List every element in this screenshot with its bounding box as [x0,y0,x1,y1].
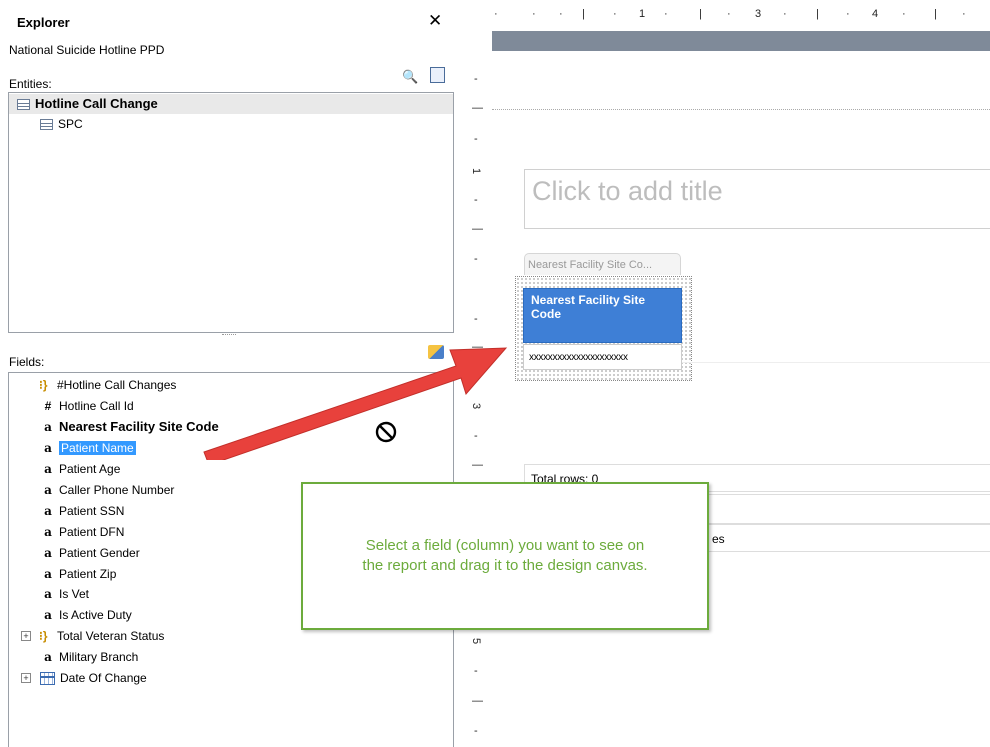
text-type-icon: a [44,483,52,497]
field-item[interactable]: a Military Branch [9,647,138,667]
table-icon [40,119,53,131]
entity-spc[interactable]: SPC [9,114,83,134]
field-label: Patient Gender [59,546,140,560]
callout-line-2: the report and drag it to the design can… [362,557,648,574]
text-type-icon: a [44,608,52,622]
field-label: Is Active Duty [59,608,132,622]
close-icon[interactable]: ✕ [428,11,442,31]
field-item-selected[interactable]: a Patient Name [9,438,136,458]
page-header-band [492,31,990,51]
field-label: Total Veteran Status [57,629,165,643]
section-divider [492,109,990,110]
field-item[interactable]: a Is Vet [9,584,89,604]
text-type-icon: a [44,546,52,560]
field-label: Hotline Call Id [59,399,134,413]
no-drop-slash [379,425,393,439]
aggregate-icon: ⁝} [39,378,48,392]
text-type-icon: a [44,504,52,518]
field-label: Caller Phone Number [59,483,175,497]
calendar-icon [40,672,55,686]
properties-icon[interactable] [430,67,445,83]
number-type-icon: # [44,399,52,413]
field-label: Date Of Change [60,671,147,685]
aggregate-icon: ⁝} [39,629,48,643]
field-label: Patient DFN [59,525,125,539]
field-item[interactable]: + Date Of Change [9,668,340,688]
ruler-number: 3 [755,8,762,20]
report-title-placeholder[interactable]: Click to add title [532,176,723,207]
field-item[interactable]: a Patient Zip [9,564,116,584]
text-type-icon: a [44,525,52,539]
field-item[interactable]: + ⁝} Total Veteran Status [9,626,339,646]
ruler-number: 5 [470,637,483,645]
field-item[interactable]: a Patient SSN [9,501,124,521]
field-item[interactable]: a Nearest Facility Site Code [9,417,219,437]
instruction-callout: Select a field (column) you want to see … [301,482,709,630]
callout-line-1: Select a field (column) you want to see … [365,537,645,554]
field-label: Is Vet [59,587,90,601]
explorer-subtitle: National Suicide Hotline PPD [9,43,165,57]
field-item[interactable]: # Hotline Call Id [9,396,134,416]
red-arrow-annotation [203,347,508,460]
field-label: #Hotline Call Changes [57,378,177,392]
ruler-number: 1 [639,8,646,20]
field-item[interactable]: ⁝} #Hotline Call Changes [9,375,176,395]
entity-hotline-call-change[interactable]: Hotline Call Change [9,94,453,114]
ruler-number: 1 [470,167,483,175]
field-label: Patient Age [59,462,121,476]
column-header[interactable]: Nearest Facility Site Code [523,288,682,343]
entity-label: SPC [58,117,83,131]
explorer-title: Explorer [17,15,70,30]
field-label: Patient Name [59,441,136,455]
entities-label: Entities: [9,77,52,91]
field-label: Patient SSN [59,504,125,518]
field-item[interactable]: a Patient DFN [9,522,124,542]
field-label: Military Branch [59,650,139,664]
arrow-shape [203,347,508,460]
horizontal-ruler: · · · | · 1 · | · 3 · | · 4 · | · [494,8,966,20]
fields-label: Fields: [9,355,45,369]
ruler-number: 4 [872,8,879,20]
field-item[interactable]: a Patient Gender [9,543,140,563]
search-icon[interactable]: 🔍 [402,69,418,85]
expand-icon[interactable]: + [21,673,31,683]
field-label: Nearest Facility Site Code [59,419,219,434]
entity-label: Hotline Call Change [35,96,158,111]
field-item[interactable]: a Caller Phone Number [9,480,174,500]
no-drop-cursor-icon [375,421,397,443]
text-type-icon: a [44,587,52,601]
column-tab[interactable]: Nearest Facility Site Co... [524,253,681,275]
band-divider [682,362,990,363]
text-type-icon: a [44,441,52,455]
field-item[interactable]: a Is Active Duty [9,605,132,625]
text-type-icon: a [44,567,52,581]
text-type-icon: a [44,462,52,476]
text-type-icon: a [44,650,52,664]
table-icon [17,99,30,111]
expand-icon[interactable]: + [21,631,31,641]
text-type-icon: a [44,420,52,434]
entities-tree: Hotline Call Change SPC [8,92,454,333]
column-value-cell: xxxxxxxxxxxxxxxxxxxxx [523,344,682,370]
field-label: Patient Zip [59,567,117,581]
field-item[interactable]: a Patient Age [9,459,120,479]
